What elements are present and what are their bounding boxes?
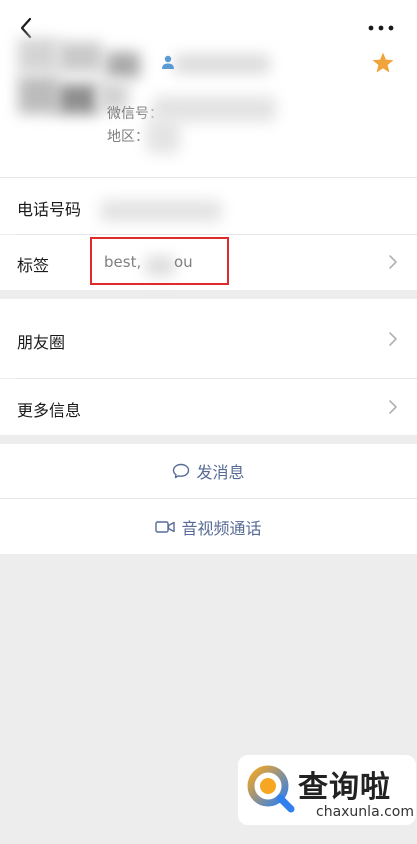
tags-highlight-box [90, 237, 229, 285]
watermark-brand-en: chaxunla.com [316, 804, 414, 820]
chat-bubble-icon [173, 463, 190, 479]
av-call-button[interactable]: 音视频通话 [0, 499, 417, 554]
chevron-right-icon [389, 400, 397, 414]
phone-label: 电话号码 [17, 200, 82, 219]
region-redacted [146, 118, 180, 154]
person-icon [162, 55, 174, 69]
search-logo-icon [247, 765, 295, 813]
send-message-button[interactable]: 发消息 [0, 444, 417, 498]
av-call-label: 音视频通话 [181, 518, 262, 538]
profile-header: 微信号： 地区： [0, 0, 417, 177]
more-info-row[interactable]: 更多信息 [0, 379, 417, 435]
chevron-right-icon [389, 255, 397, 269]
send-message-label: 发消息 [196, 463, 245, 482]
phone-number-redacted [100, 200, 222, 222]
watermark: 查询啦 chaxunla.com [238, 755, 416, 825]
moments-row[interactable]: 朋友圈 [0, 299, 417, 378]
star-icon[interactable] [371, 51, 395, 75]
nickname-redacted [174, 54, 270, 74]
chevron-right-icon [389, 332, 397, 346]
moments-label: 朋友圈 [17, 333, 66, 352]
watermark-brand-cn: 查询啦 [298, 770, 391, 805]
more-info-label: 更多信息 [17, 401, 82, 420]
chevron-left-icon [20, 17, 32, 39]
more-options-button[interactable] [364, 16, 398, 40]
region-label: 地区： [107, 129, 149, 145]
video-camera-icon [155, 520, 176, 533]
tags-label: 标签 [17, 256, 50, 275]
ellipsis-icon [368, 25, 394, 31]
